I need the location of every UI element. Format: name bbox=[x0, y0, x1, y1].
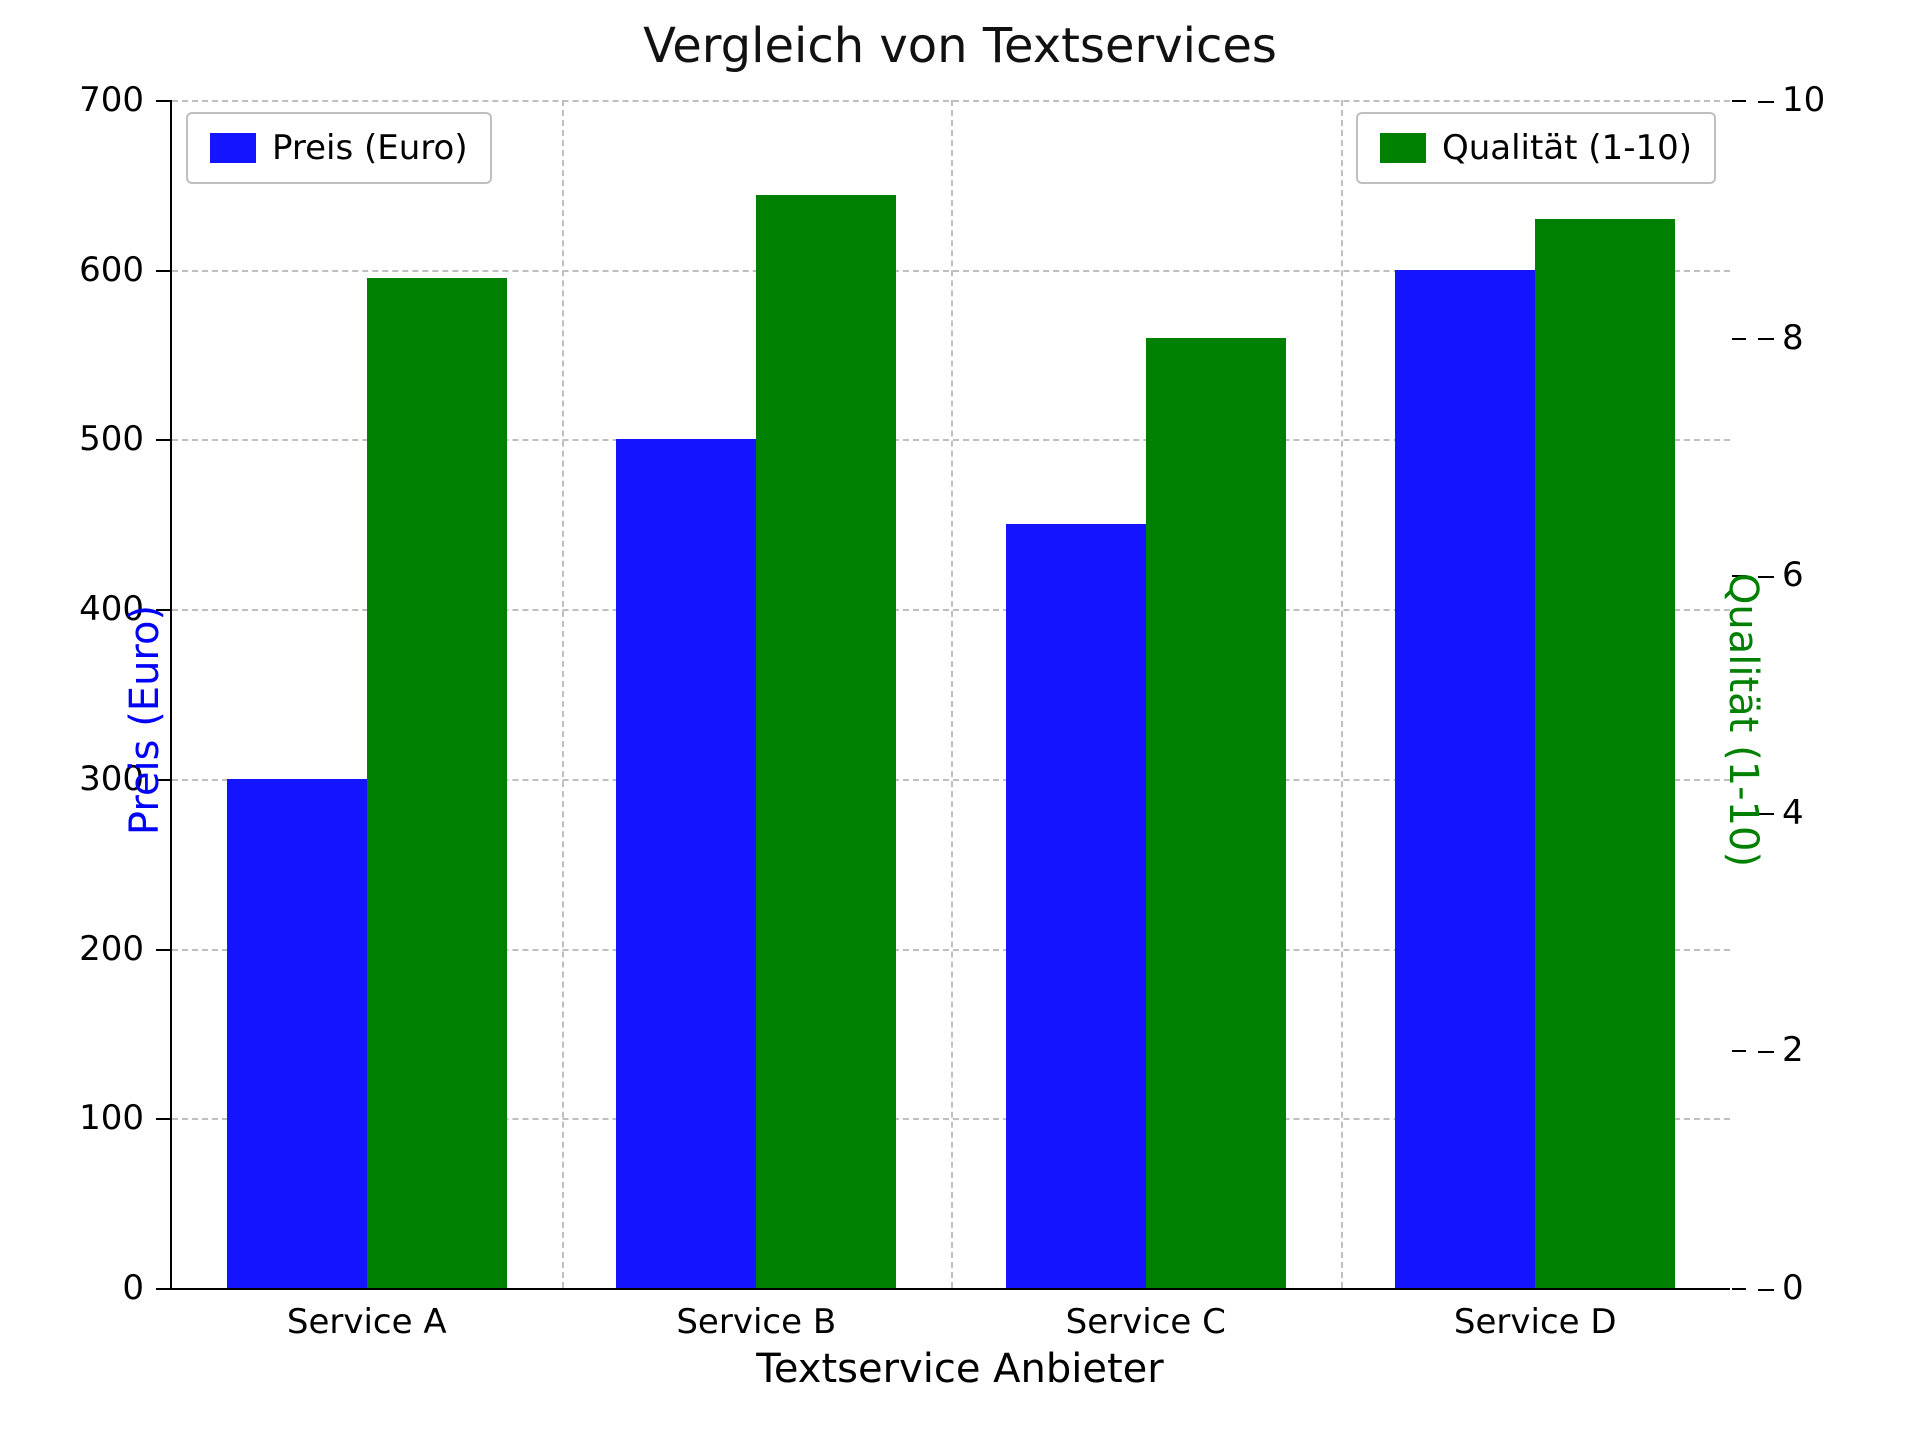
xtick-label: Service C bbox=[1066, 1302, 1226, 1342]
plot-area: Preis (Euro) Qualität (1-10) 01002003004… bbox=[170, 100, 1730, 1290]
legend-label-preis: Preis (Euro) bbox=[272, 128, 468, 168]
bar-preis bbox=[1006, 524, 1146, 1288]
ytick-mark-right bbox=[1732, 100, 1746, 102]
chart-container: Vergleich von Textservices Preis (Euro) … bbox=[0, 0, 1920, 1440]
ytick-left-label: 200 bbox=[24, 929, 144, 969]
gridline-v bbox=[562, 100, 564, 1288]
ytick-right-label: 2 bbox=[1758, 1030, 1878, 1070]
ytick-mark-right bbox=[1732, 338, 1746, 340]
legend-swatch-preis bbox=[210, 133, 256, 163]
legend-label-qualitaet: Qualität (1-10) bbox=[1442, 128, 1692, 168]
chart-title: Vergleich von Textservices bbox=[0, 18, 1920, 74]
legend-swatch-qualitaet bbox=[1380, 133, 1426, 163]
y-axis-right-label: Qualität (1-10) bbox=[1720, 573, 1766, 867]
ytick-mark-right bbox=[1732, 1288, 1746, 1290]
xtick-label: Service D bbox=[1454, 1302, 1617, 1342]
gridline-v bbox=[1341, 100, 1343, 1288]
ytick-left-label: 100 bbox=[24, 1098, 144, 1138]
ytick-right-label: 8 bbox=[1758, 318, 1878, 358]
gridline-v bbox=[951, 100, 953, 1288]
ytick-right-label: 0 bbox=[1758, 1268, 1878, 1308]
ytick-mark-right bbox=[1732, 1050, 1746, 1052]
ytick-mark-left bbox=[156, 270, 170, 272]
ytick-left-label: 500 bbox=[24, 419, 144, 459]
xtick-label: Service B bbox=[676, 1302, 836, 1342]
bar-preis bbox=[1395, 270, 1535, 1288]
ytick-right-label: 6 bbox=[1758, 555, 1878, 595]
bar-preis bbox=[227, 779, 367, 1288]
x-axis-label: Textservice Anbieter bbox=[0, 1346, 1920, 1392]
ytick-left-label: 600 bbox=[24, 250, 144, 290]
legend-left: Preis (Euro) bbox=[186, 112, 492, 184]
bar-qualitaet bbox=[367, 278, 507, 1288]
ytick-left-label: 0 bbox=[24, 1268, 144, 1308]
ytick-mark-left bbox=[156, 439, 170, 441]
ytick-mark-left bbox=[156, 100, 170, 102]
ytick-mark-left bbox=[156, 1288, 170, 1290]
bar-preis bbox=[616, 439, 756, 1288]
bar-qualitaet bbox=[1146, 338, 1286, 1288]
xtick-label: Service A bbox=[287, 1302, 447, 1342]
plot-inner bbox=[172, 100, 1730, 1288]
y-axis-left-label: Preis (Euro) bbox=[122, 605, 168, 835]
ytick-left-label: 700 bbox=[24, 80, 144, 120]
ytick-right-label: 4 bbox=[1758, 793, 1878, 833]
bar-qualitaet bbox=[1535, 219, 1675, 1288]
legend-right: Qualität (1-10) bbox=[1356, 112, 1716, 184]
ytick-mark-left bbox=[156, 1118, 170, 1120]
ytick-mark-left bbox=[156, 949, 170, 951]
bar-qualitaet bbox=[756, 195, 896, 1288]
ytick-right-label: 10 bbox=[1758, 80, 1878, 120]
